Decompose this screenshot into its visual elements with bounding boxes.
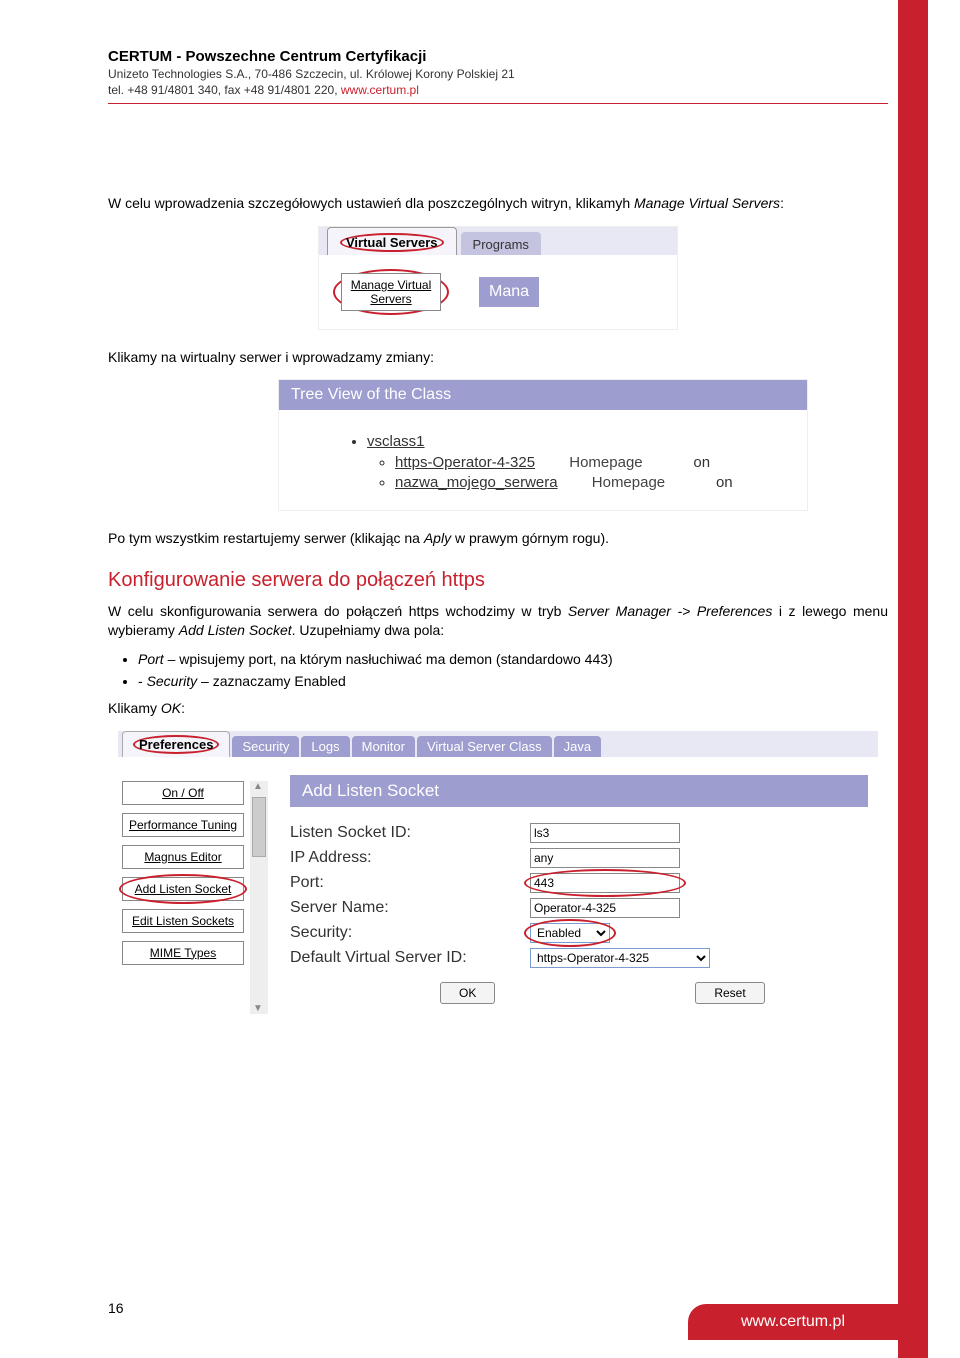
para4-i1: Server Manager -> Preferences (568, 603, 772, 619)
tab-pref-label: Preferences (133, 735, 219, 754)
para4-c: . Uzupełniamy dwa pola: (292, 622, 445, 638)
paragraph-2: Klikamy na wirtualny serwer i wprowadzam… (108, 348, 888, 368)
reset-button[interactable]: Reset (695, 982, 764, 1004)
tab-logs[interactable]: Logs (301, 736, 349, 757)
tab-virtual-servers[interactable]: Virtual Servers (327, 227, 457, 255)
label-socket-id: Listen Socket ID: (290, 824, 530, 842)
header-divider (108, 103, 888, 104)
para4-a: W celu skonfigurowania serwera do połącz… (108, 603, 568, 619)
bullet-port: Port – wpisujemy port, na którym nasłuch… (138, 651, 888, 667)
header-contact: tel. +48 91/4801 340, fax +48 91/4801 22… (108, 83, 888, 97)
preferences-tabbar: Preferences Security Logs Monitor Virtua… (118, 731, 878, 757)
tree-vsclass1-label: vsclass1 (367, 433, 425, 450)
manage-virtual-servers-button[interactable]: Manage Virtual Servers (333, 269, 449, 315)
sidebar-item-magnus[interactable]: Magnus Editor (122, 845, 244, 869)
sidebar-scrollbar[interactable] (250, 781, 268, 1014)
tree-op-on: on (693, 454, 710, 471)
sidebar-item-mime-types[interactable]: MIME Types (122, 941, 244, 965)
tree-op-label: https-Operator-4-325 (395, 454, 535, 471)
para5-i: OK (161, 700, 181, 716)
label-port: Port: (290, 874, 530, 892)
sidebar-item-performance[interactable]: Performance Tuning (122, 813, 244, 837)
input-ip-address[interactable] (530, 848, 680, 868)
mana-fragment: Mana (479, 277, 539, 307)
header-url: www.certum.pl (341, 83, 419, 97)
tree-view-title: Tree View of the Class (279, 380, 807, 410)
screenshot-preferences: Preferences Security Logs Monitor Virtua… (118, 731, 878, 1014)
para4-i2: Add Listen Socket (179, 622, 292, 638)
page-number: 16 (108, 1300, 124, 1316)
screenshot-tree-view: Tree View of the Class vsclass1 https-Op… (278, 379, 808, 511)
para5-b: : (181, 700, 185, 716)
header-phone-fax: tel. +48 91/4801 340, fax +48 91/4801 22… (108, 83, 341, 97)
label-server-name: Server Name: (290, 899, 530, 917)
header-block: CERTUM - Powszechne Centrum Certyfikacji… (108, 48, 888, 97)
para1-text-a: W celu wprowadzenia szczegółowych ustawi… (108, 195, 634, 211)
tab-programs[interactable]: Programs (461, 232, 541, 255)
tab-preferences[interactable]: Preferences (122, 731, 230, 757)
tree-nm-on: on (716, 474, 733, 491)
manage-vs-label: Manage Virtual Servers (341, 273, 441, 311)
add-listen-socket-form: Add Listen Socket Listen Socket ID: IP A… (270, 775, 878, 1014)
select-default-vs-id[interactable]: https-Operator-4-325 (530, 948, 710, 968)
para5-a: Klikamy (108, 700, 161, 716)
header-address: Unizeto Technologies S.A., 70-486 Szczec… (108, 67, 888, 81)
tree-nm-homepage: Homepage (592, 474, 712, 491)
section-title-https: Konfigurowanie serwera do połączeń https (108, 569, 888, 592)
paragraph-4: W celu skonfigurowania serwera do połącz… (108, 602, 888, 641)
bullet2-a: - (138, 673, 147, 689)
footer-url-pill: www.certum.pl (688, 1304, 898, 1340)
preferences-sidebar: On / Off Performance Tuning Magnus Edito… (118, 775, 248, 1014)
form-title: Add Listen Socket (290, 775, 868, 807)
tree-view-body: vsclass1 https-Operator-4-325 Homepage o… (279, 410, 807, 510)
bullet-list: Port – wpisujemy port, na którym nasłuch… (138, 651, 888, 689)
para3-i: Aply (424, 530, 451, 546)
paragraph-intro-1: W celu wprowadzenia szczegółowych ustawi… (108, 194, 888, 214)
ok-button[interactable]: OK (440, 982, 495, 1004)
para1-italic: Manage Virtual Servers (634, 195, 780, 211)
bullet2-i: Security (147, 673, 198, 689)
sidebar-item-add-listen-socket[interactable]: Add Listen Socket (122, 877, 244, 901)
input-socket-id[interactable] (530, 823, 680, 843)
tree-nm-label: nazwa_mojego_serwera (395, 474, 558, 491)
tab-monitor[interactable]: Monitor (352, 736, 415, 757)
bullet2-t: – zaznaczamy Enabled (197, 673, 346, 689)
para1-text-b: : (780, 195, 784, 211)
tab-vs-label: Virtual Servers (340, 233, 444, 252)
input-server-name[interactable] (530, 898, 680, 918)
header-title: CERTUM - Powszechne Centrum Certyfikacji (108, 48, 888, 65)
label-security: Security: (290, 924, 530, 942)
tree-item-https-operator[interactable]: https-Operator-4-325 Homepage on (395, 454, 797, 471)
paragraph-3: Po tym wszystkim restartujemy serwer (kl… (108, 529, 888, 549)
tree-item-nazwa-serwera[interactable]: nazwa_mojego_serwera Homepage on (395, 474, 797, 491)
screenshot-virtual-servers-tabs: Virtual Servers Programs Manage Virtual … (318, 226, 678, 330)
para3-a: Po tym wszystkim restartujemy serwer (kl… (108, 530, 424, 546)
paragraph-5: Klikamy OK: (108, 699, 888, 719)
bullet1-t: – wpisujemy port, na którym nasłuchiwać … (164, 651, 613, 667)
tab-virtual-server-class[interactable]: Virtual Server Class (417, 736, 552, 757)
label-default-vs-id: Default Virtual Server ID: (290, 949, 530, 967)
bullet-security: - Security – zaznaczamy Enabled (138, 673, 888, 689)
label-ip-address: IP Address: (290, 849, 530, 867)
tab-security[interactable]: Security (232, 736, 299, 757)
bullet1-i: Port (138, 651, 164, 667)
para3-b: w prawym górnym rogu). (451, 530, 609, 546)
sidebar-item-onoff[interactable]: On / Off (122, 781, 244, 805)
tabbar-1: Virtual Servers Programs (319, 227, 677, 255)
tree-item-vsclass1[interactable]: vsclass1 https-Operator-4-325 Homepage o… (367, 433, 797, 491)
input-port[interactable] (530, 873, 680, 893)
tree-op-homepage: Homepage (569, 454, 689, 471)
tab-java[interactable]: Java (554, 736, 601, 757)
select-security[interactable]: Enabled (530, 923, 610, 943)
sidebar-item-edit-listen-sockets[interactable]: Edit Listen Sockets (122, 909, 244, 933)
